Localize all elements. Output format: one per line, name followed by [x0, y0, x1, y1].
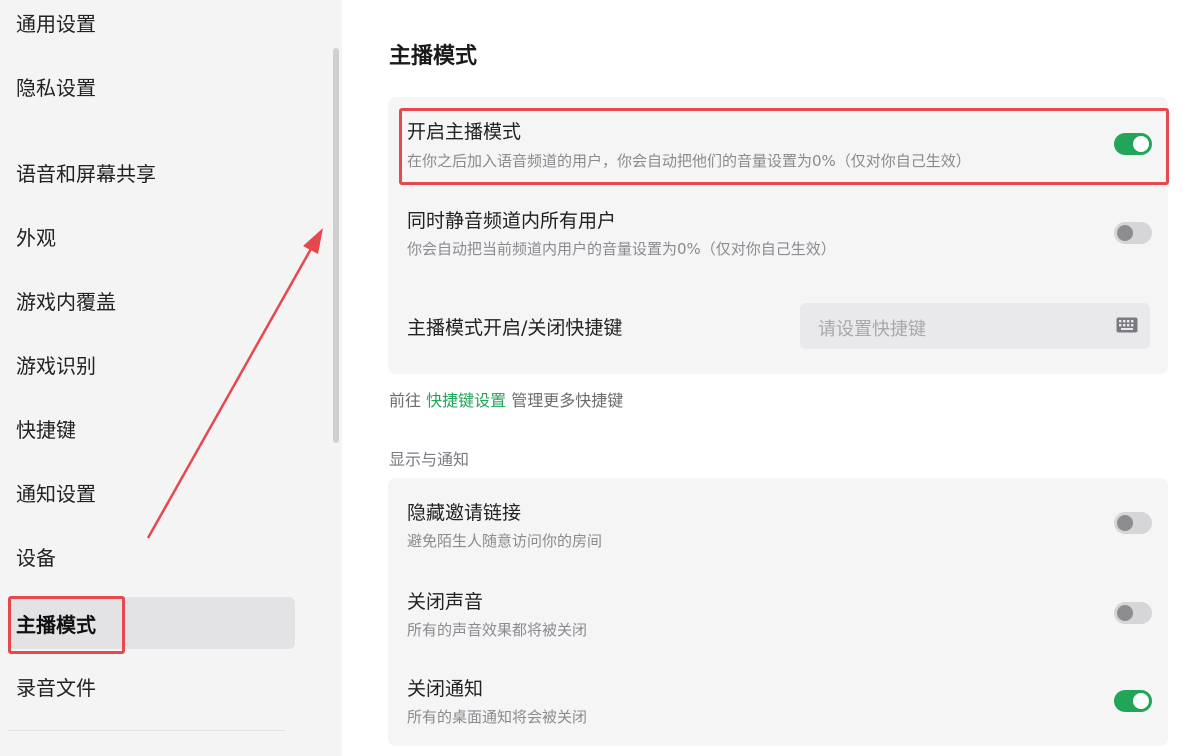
setting-row-disable-notifications: 关闭通知 所有的桌面通知将会被关闭 [388, 656, 1168, 746]
setting-description: 避免陌生人随意访问你的房间 [407, 532, 603, 550]
hotkey-input[interactable]: 请设置快捷键 [800, 303, 1150, 349]
setting-title: 开启主播模式 [407, 121, 522, 143]
setting-title: 关闭声音 [407, 591, 484, 613]
sidebar-item-label: 录音文件 [16, 675, 96, 700]
link-prefix: 前往 [389, 391, 422, 410]
sidebar-item-privacy[interactable]: 隐私设置 [8, 60, 295, 112]
toggle-knob [1133, 136, 1149, 152]
setting-title: 隐藏邀请链接 [407, 502, 522, 524]
sidebar-item-appearance[interactable]: 外观 [8, 210, 295, 262]
setting-row-enable-streamer: 开启主播模式 在你之后加入语音频道的用户，你会自动把他们的音量设置为0%（仅对你… [388, 97, 1168, 187]
sidebar-item-label: 隐私设置 [16, 75, 96, 100]
settings-main: 主播模式 开启主播模式 在你之后加入语音频道的用户，你会自动把他们的音量设置为0… [342, 0, 1200, 756]
sidebar-item-label: 语音和屏幕共享 [16, 161, 156, 186]
sidebar-item-label: 快捷键 [16, 417, 76, 442]
hotkey-placeholder: 请设置快捷键 [818, 319, 926, 340]
sidebar-item-overlay[interactable]: 游戏内覆盖 [8, 274, 295, 326]
setting-description: 所有的桌面通知将会被关闭 [407, 708, 588, 726]
settings-sidebar: 通用设置 隐私设置 语音和屏幕共享 外观 游戏内覆盖 游戏识别 快捷键 通知设置… [0, 0, 342, 756]
hotkey-settings-link[interactable]: 快捷键设置 [426, 391, 506, 410]
sidebar-item-devices[interactable]: 设备 [8, 530, 295, 582]
setting-row-mute-sound: 关闭声音 所有的声音效果都将被关闭 [388, 568, 1168, 658]
hotkey-link-line: 前往 快捷键设置 管理更多快捷键 [389, 387, 623, 411]
disable-notifications-toggle[interactable] [1114, 690, 1152, 712]
setting-row-mute-all: 同时静音频道内所有用户 你会自动把当前频道内用户的音量设置为0%（仅对你自己生效… [388, 187, 1168, 277]
sidebar-item-label: 游戏识别 [16, 353, 96, 378]
keyboard-icon [1116, 317, 1138, 333]
hotkey-label: 主播模式开启/关闭快捷键 [407, 317, 623, 339]
sidebar-divider [8, 730, 285, 731]
mute-all-toggle[interactable] [1114, 222, 1152, 244]
setting-description: 你会自动把当前频道内用户的音量设置为0%（仅对你自己生效） [407, 240, 836, 258]
enable-streamer-toggle[interactable] [1114, 133, 1152, 155]
sidebar-scrollbar[interactable] [333, 48, 339, 443]
setting-description: 在你之后加入语音频道的用户，你会自动把他们的音量设置为0%（仅对你自己生效） [407, 152, 971, 170]
sidebar-item-label: 主播模式 [16, 612, 96, 637]
sidebar-item-label: 设备 [16, 545, 56, 570]
setting-title: 关闭通知 [407, 678, 484, 700]
sidebar-item-label: 通用设置 [16, 11, 96, 36]
streamer-settings-card: 开启主播模式 在你之后加入语音频道的用户，你会自动把他们的音量设置为0%（仅对你… [388, 97, 1168, 374]
link-suffix: 管理更多快捷键 [511, 391, 624, 410]
sidebar-item-label: 通知设置 [16, 481, 96, 506]
sidebar-item-streamer-mode[interactable]: 主播模式 [8, 597, 295, 649]
sidebar-item-label: 游戏内覆盖 [16, 289, 116, 314]
toggle-knob [1117, 225, 1133, 241]
setting-row-hotkey: 主播模式开启/关闭快捷键 请设置快捷键 [388, 303, 1168, 349]
section-label-display: 显示与通知 [389, 450, 470, 469]
setting-title: 同时静音频道内所有用户 [407, 210, 617, 232]
sidebar-item-recordings[interactable]: 录音文件 [8, 660, 295, 712]
display-settings-card: 隐藏邀请链接 避免陌生人随意访问你的房间 关闭声音 所有的声音效果都将被关闭 关… [388, 478, 1168, 746]
hide-invite-toggle[interactable] [1114, 512, 1152, 534]
sidebar-item-general[interactable]: 通用设置 [8, 0, 295, 48]
setting-row-hide-invite: 隐藏邀请链接 避免陌生人随意访问你的房间 [388, 478, 1168, 568]
toggle-knob [1133, 693, 1149, 709]
setting-description: 所有的声音效果都将被关闭 [407, 621, 588, 639]
sidebar-item-label: 外观 [16, 225, 56, 250]
sidebar-item-voice-screen[interactable]: 语音和屏幕共享 [8, 146, 295, 198]
sidebar-item-hotkeys[interactable]: 快捷键 [8, 402, 295, 454]
mute-sound-toggle[interactable] [1114, 602, 1152, 624]
sidebar-item-notifications[interactable]: 通知设置 [8, 466, 295, 518]
page-title: 主播模式 [389, 44, 478, 69]
toggle-knob [1117, 605, 1133, 621]
toggle-knob [1117, 515, 1133, 531]
sidebar-item-game-detect[interactable]: 游戏识别 [8, 338, 295, 390]
